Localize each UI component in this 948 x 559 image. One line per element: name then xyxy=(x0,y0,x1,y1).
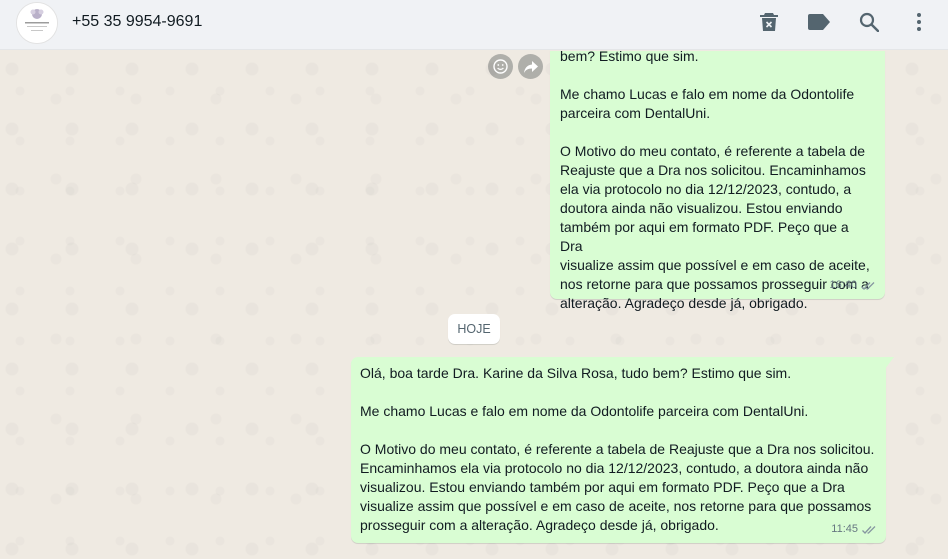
delete-icon[interactable] xyxy=(756,9,782,35)
double-check-icon xyxy=(862,525,876,534)
message-time: 16:40 xyxy=(829,279,857,291)
double-check-icon xyxy=(861,281,875,290)
avatar[interactable] xyxy=(16,2,58,44)
message-meta: 16:40 xyxy=(829,276,877,295)
forward-icon[interactable] xyxy=(518,54,543,79)
message-text: Olá, boa tarde Dra. Karine da Silva Rosa… xyxy=(360,365,875,533)
message-time: 11:45 xyxy=(831,523,858,535)
message-bubble[interactable]: Olá, boa tarde Dra. Karine da Silva Rosa… xyxy=(351,357,894,543)
chat-header: +55 35 9954-9691 xyxy=(0,0,948,50)
contact-name[interactable]: +55 35 9954-9691 xyxy=(72,13,202,31)
emoji-react-icon[interactable] xyxy=(488,54,513,79)
label-icon[interactable] xyxy=(806,9,832,35)
date-divider: HOJE xyxy=(448,314,500,344)
menu-icon[interactable] xyxy=(906,9,932,35)
search-icon[interactable] xyxy=(856,9,882,35)
message-text: bem? Estimo que sim. Me chamo Lucas e fa… xyxy=(560,51,870,311)
avatar-logo xyxy=(17,3,57,43)
bubble-tail xyxy=(885,357,894,369)
message-meta: 11:45 xyxy=(831,520,878,539)
message-bubble[interactable]: bem? Estimo que sim. Me chamo Lucas e fa… xyxy=(550,51,885,311)
chat-area[interactable]: bem? Estimo que sim. Me chamo Lucas e fa… xyxy=(0,51,948,559)
